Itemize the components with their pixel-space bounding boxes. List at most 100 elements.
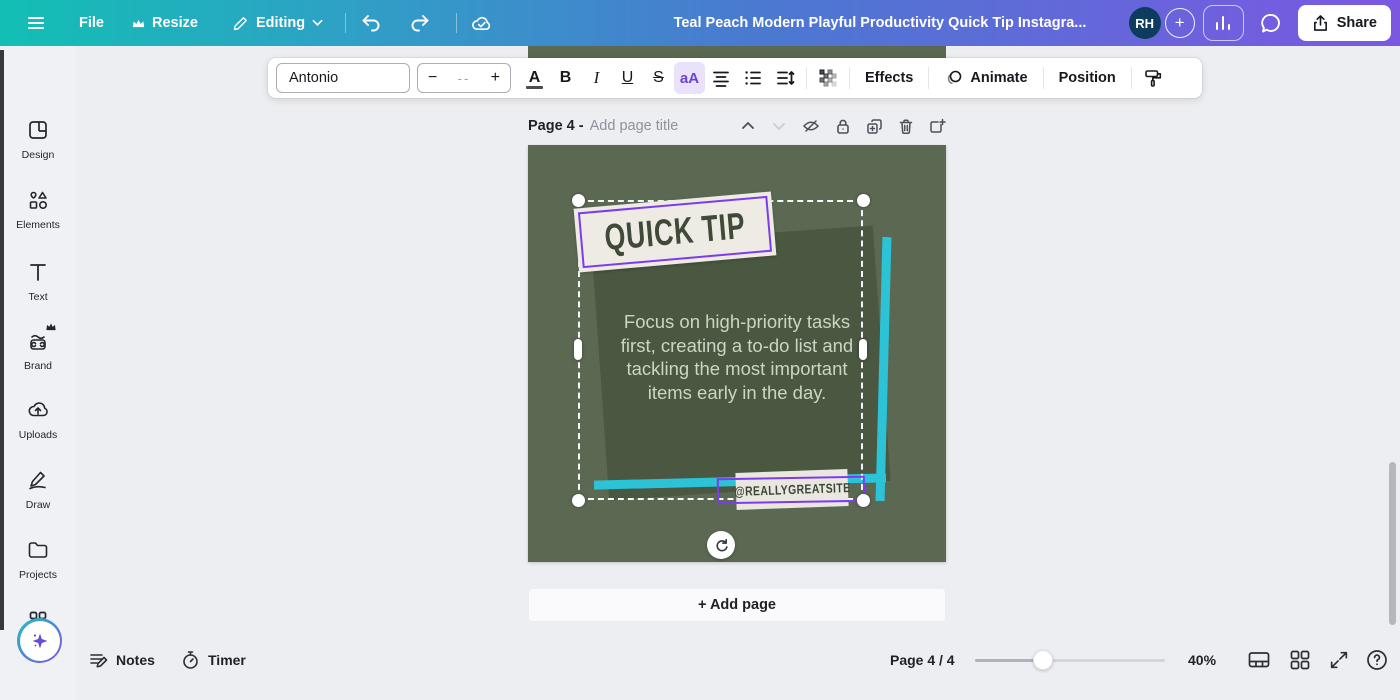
text-align-button[interactable] bbox=[705, 62, 737, 94]
font-size-value[interactable]: -- bbox=[458, 71, 471, 86]
sidebar-item-draw[interactable]: Draw bbox=[0, 468, 76, 511]
redo-button[interactable] bbox=[409, 14, 431, 32]
notes-button[interactable]: Notes bbox=[88, 650, 155, 670]
sidebar-item-brand[interactable]: Brand bbox=[0, 329, 76, 372]
text-color-button[interactable]: A bbox=[519, 62, 550, 94]
document-title[interactable]: Teal Peach Modern Playful Productivity Q… bbox=[660, 15, 1100, 31]
selection-handle-left[interactable] bbox=[574, 339, 582, 360]
save-status-button[interactable] bbox=[470, 13, 493, 33]
font-family-select[interactable]: Antonio bbox=[276, 63, 410, 93]
position-button[interactable]: Position bbox=[1049, 70, 1126, 86]
duplicate-icon bbox=[866, 118, 883, 135]
top-bar: File Resize Editing Teal Peach Modern Pl… bbox=[0, 0, 1400, 46]
insights-button[interactable] bbox=[1203, 5, 1244, 41]
italic-button[interactable]: I bbox=[581, 62, 612, 94]
trash-icon bbox=[898, 118, 914, 135]
strikethrough-button[interactable]: S bbox=[643, 62, 674, 94]
zoom-slider-thumb[interactable] bbox=[1033, 650, 1053, 670]
brand-label: Brand bbox=[24, 360, 52, 372]
zoom-slider[interactable] bbox=[975, 650, 1165, 670]
chevron-up-icon bbox=[740, 118, 756, 134]
delete-page-button[interactable] bbox=[898, 118, 914, 135]
move-page-down-button[interactable] bbox=[771, 118, 787, 134]
share-button[interactable]: Share bbox=[1298, 5, 1391, 41]
page-title-input[interactable]: Add page title bbox=[590, 118, 679, 134]
font-size-decrease-button[interactable]: − bbox=[428, 69, 437, 87]
duplicate-page-button[interactable] bbox=[866, 118, 883, 135]
help-button[interactable] bbox=[1364, 647, 1390, 673]
hide-page-button[interactable] bbox=[802, 118, 820, 134]
bullet-list-button[interactable] bbox=[737, 62, 769, 94]
share-upload-icon bbox=[1312, 14, 1329, 32]
selection-handle-top-left[interactable] bbox=[572, 194, 585, 207]
editing-label: Editing bbox=[256, 15, 305, 31]
topbar-divider bbox=[456, 13, 457, 33]
hamburger-icon bbox=[26, 13, 46, 33]
comments-button[interactable] bbox=[1252, 5, 1290, 41]
grid-view-button[interactable] bbox=[1287, 647, 1313, 673]
file-menu-button[interactable]: File bbox=[79, 15, 104, 31]
main-menu-button[interactable] bbox=[26, 13, 46, 33]
selection-handle-right[interactable] bbox=[859, 339, 867, 360]
cloud-check-icon bbox=[470, 13, 493, 33]
avatar[interactable]: RH bbox=[1129, 7, 1161, 39]
redo-icon bbox=[409, 14, 431, 32]
add-page-icon bbox=[929, 118, 946, 135]
lock-page-button[interactable] bbox=[835, 118, 851, 135]
design-canvas-page-4[interactable]: QUICK TIP Focus on high-priority tasks f… bbox=[528, 145, 946, 562]
bar-chart-icon bbox=[1213, 14, 1233, 32]
ai-assistant-button[interactable] bbox=[17, 618, 62, 663]
bullet-list-icon bbox=[743, 68, 763, 88]
notes-label: Notes bbox=[116, 652, 155, 668]
resize-button[interactable]: Resize bbox=[132, 15, 198, 31]
timer-button[interactable]: Timer bbox=[181, 650, 246, 670]
add-page-after-button[interactable] bbox=[929, 118, 946, 135]
selection-outline-handle bbox=[717, 476, 865, 505]
uppercase-toggle-button[interactable]: aA bbox=[674, 62, 705, 94]
vertical-scrollbar[interactable] bbox=[1389, 462, 1396, 625]
sidebar-item-projects[interactable]: Projects bbox=[0, 538, 76, 581]
selection-handle-top-right[interactable] bbox=[857, 194, 870, 207]
undo-button[interactable] bbox=[360, 14, 382, 32]
sidebar-item-elements[interactable]: Elements bbox=[0, 188, 76, 231]
draw-label: Draw bbox=[26, 499, 51, 511]
line-spacing-button[interactable] bbox=[769, 62, 801, 94]
font-size-increase-button[interactable]: + bbox=[491, 69, 500, 87]
timer-label: Timer bbox=[208, 652, 246, 668]
topbar-divider bbox=[345, 13, 346, 33]
window-edge bbox=[0, 50, 4, 630]
crown-badge-icon bbox=[46, 323, 56, 331]
draw-pen-icon bbox=[26, 468, 50, 492]
page-header: Page 4 - Add page title bbox=[528, 113, 946, 139]
eye-off-icon bbox=[802, 118, 820, 134]
underline-button[interactable]: U bbox=[612, 62, 643, 94]
elements-icon bbox=[26, 188, 50, 212]
rotate-handle[interactable] bbox=[707, 531, 735, 559]
selection-handle-bottom-right[interactable] bbox=[857, 494, 870, 507]
move-page-up-button[interactable] bbox=[740, 118, 756, 134]
folder-icon bbox=[26, 538, 50, 562]
resize-label: Resize bbox=[152, 15, 198, 31]
effects-button[interactable]: Effects bbox=[855, 70, 923, 86]
fullscreen-button[interactable] bbox=[1326, 647, 1352, 673]
add-page-button[interactable]: + Add page bbox=[528, 588, 946, 622]
copy-style-button[interactable] bbox=[1137, 62, 1169, 94]
animate-label: Animate bbox=[970, 70, 1027, 86]
chevron-down-icon bbox=[771, 118, 787, 134]
sidebar-item-design[interactable]: Design bbox=[0, 118, 76, 161]
transparency-icon bbox=[818, 68, 838, 88]
sidebar-item-text[interactable]: Text bbox=[0, 260, 76, 303]
text-icon bbox=[26, 260, 50, 284]
sidebar-item-uploads[interactable]: Uploads bbox=[0, 398, 76, 441]
transparency-button[interactable] bbox=[812, 62, 844, 94]
selection-handle-bottom-left[interactable] bbox=[572, 494, 585, 507]
bold-button[interactable]: B bbox=[550, 62, 581, 94]
animate-button[interactable]: Animate bbox=[934, 68, 1037, 88]
editing-mode-dropdown[interactable]: Editing bbox=[232, 15, 323, 32]
invite-member-button[interactable]: + bbox=[1165, 8, 1195, 38]
add-page-label: + Add page bbox=[698, 597, 776, 613]
help-icon bbox=[1365, 648, 1389, 672]
text-format-toolbar: Antonio − -- + A B I U S aA Effects Anim… bbox=[268, 58, 1202, 98]
present-button[interactable] bbox=[1246, 647, 1272, 673]
zoom-level[interactable]: 40% bbox=[1188, 652, 1216, 668]
